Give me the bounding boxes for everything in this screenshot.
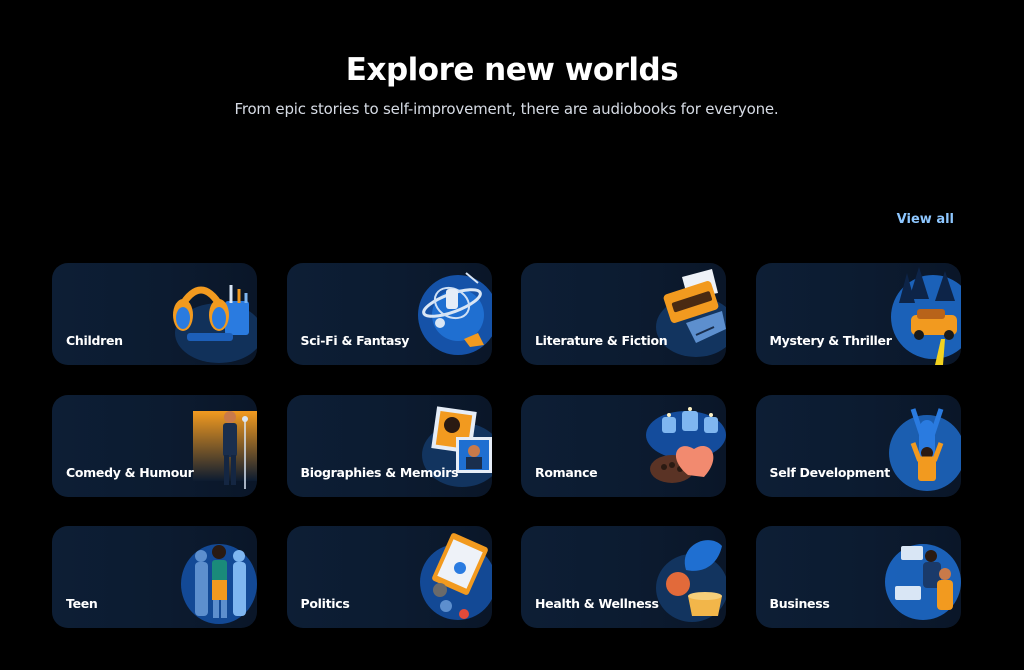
car-in-forest-icon bbox=[861, 263, 961, 365]
category-label: Sci-Fi & Fantasy bbox=[300, 333, 410, 348]
category-label: Teen bbox=[66, 596, 98, 611]
portrait-photos-icon bbox=[392, 395, 492, 497]
plant-fruit-tea-icon bbox=[626, 526, 726, 628]
category-label: Business bbox=[769, 596, 830, 611]
view-all-link[interactable]: View all bbox=[884, 212, 954, 227]
category-grid: Children Sci-Fi & Fantasy Literature & F… bbox=[52, 263, 961, 628]
spaceship-icon bbox=[392, 263, 492, 365]
category-card-business[interactable]: Business bbox=[755, 526, 961, 628]
category-card-comedy-humour[interactable]: Comedy & Humour bbox=[52, 394, 257, 497]
typewriter-icon bbox=[626, 263, 726, 365]
category-card-self-development[interactable]: Self Development bbox=[755, 394, 961, 497]
category-label: Literature & Fiction bbox=[535, 333, 668, 348]
category-card-sci-fi-fantasy[interactable]: Sci-Fi & Fantasy bbox=[286, 263, 492, 365]
category-label: Comedy & Humour bbox=[66, 464, 194, 480]
category-card-health-wellness[interactable]: Health & Wellness bbox=[521, 526, 726, 628]
category-card-politics[interactable]: Politics bbox=[286, 526, 492, 628]
category-label: Romance bbox=[535, 464, 598, 480]
category-label: Self Development bbox=[769, 464, 891, 480]
category-card-children[interactable]: Children bbox=[52, 263, 257, 365]
category-card-teen[interactable]: Teen bbox=[52, 526, 257, 628]
category-label: Mystery & Thriller bbox=[769, 333, 892, 348]
page-title: Explore new worlds bbox=[345, 52, 679, 88]
category-card-romance[interactable]: Romance bbox=[521, 394, 726, 497]
category-label: Children bbox=[66, 333, 123, 348]
category-label: Biographies & Memoirs bbox=[300, 464, 459, 480]
category-label: Politics bbox=[300, 596, 350, 611]
headphones-icon bbox=[157, 263, 257, 365]
category-label: Health & Wellness bbox=[535, 596, 659, 611]
clipboard-badges-icon bbox=[392, 526, 492, 628]
teen-group-icon bbox=[157, 526, 257, 628]
raised-arms-figures-icon bbox=[861, 395, 961, 497]
comedian-microphone-icon bbox=[157, 395, 257, 497]
category-card-biographies-memoirs[interactable]: Biographies & Memoirs bbox=[286, 394, 492, 497]
category-card-mystery-thriller[interactable]: Mystery & Thriller bbox=[755, 263, 961, 365]
heart-chocolates-candles-icon bbox=[626, 395, 726, 497]
category-card-literature-fiction[interactable]: Literature & Fiction bbox=[521, 263, 726, 365]
page-subtitle: From epic stories to self-improvement, t… bbox=[234, 100, 779, 118]
business-meeting-icon bbox=[861, 526, 961, 628]
